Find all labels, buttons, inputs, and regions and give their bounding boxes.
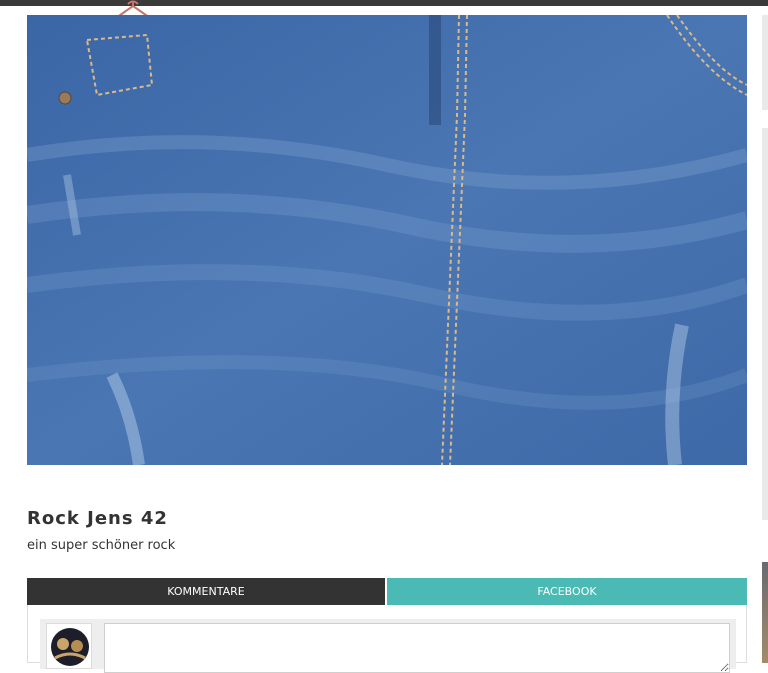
sidebar-thumbnail[interactable]: [762, 15, 768, 110]
sidebar-thumbnail[interactable]: [762, 562, 768, 663]
comment-tabs: KOMMENTARE FACEBOOK: [27, 578, 747, 605]
tab-comments[interactable]: KOMMENTARE: [27, 578, 385, 605]
comment-form: [40, 619, 736, 673]
tab-facebook[interactable]: FACEBOOK: [387, 578, 747, 605]
product-image[interactable]: [27, 15, 747, 465]
comment-panel: [27, 605, 747, 673]
user-avatar-icon: [51, 628, 89, 666]
jeans-skirt-photo: [27, 15, 747, 465]
sidebar-thumbnail[interactable]: [762, 128, 768, 520]
comment-input[interactable]: [104, 623, 730, 673]
product-description: ein super schöner rock: [27, 538, 176, 553]
avatar: [46, 623, 92, 669]
product-title: Rock Jens 42: [27, 508, 168, 529]
